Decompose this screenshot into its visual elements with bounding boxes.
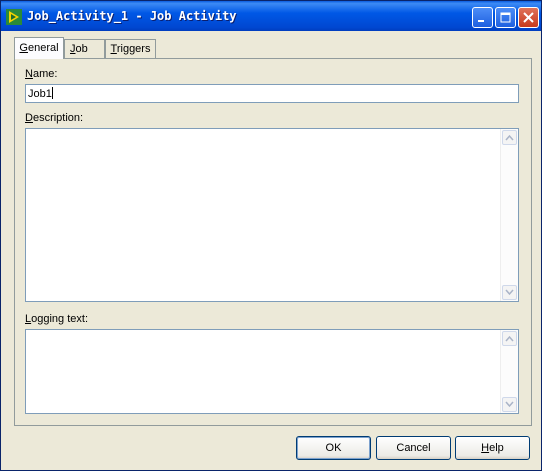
help-button[interactable]: Help <box>455 436 530 460</box>
job-activity-app-icon <box>6 9 22 25</box>
chevron-up-icon <box>505 335 514 342</box>
chevron-down-icon <box>505 401 514 408</box>
logging-text-scrollbar[interactable] <box>500 330 518 413</box>
logging-scroll-down-button[interactable] <box>502 397 517 412</box>
close-icon <box>523 12 534 23</box>
maximize-icon <box>500 12 511 23</box>
description-textarea[interactable] <box>25 128 519 302</box>
text-caret <box>51 87 53 99</box>
tab-job-label: ob <box>75 43 88 55</box>
window-title: Job_Activity_1 - Job Activity <box>27 9 237 23</box>
name-input[interactable]: Job1 <box>25 84 519 103</box>
cancel-button[interactable]: Cancel <box>376 436 451 460</box>
close-button[interactable] <box>518 7 539 28</box>
description-scroll-up-button[interactable] <box>502 130 517 145</box>
name-input-value: Job1 <box>28 88 52 100</box>
chevron-up-icon <box>505 134 514 141</box>
description-label: Description: <box>25 112 84 124</box>
logging-scroll-up-button[interactable] <box>502 331 517 346</box>
tab-general-accel: G <box>19 42 28 54</box>
tab-general-label: eneral <box>27 42 59 54</box>
title-bar[interactable]: Job_Activity_1 - Job Activity <box>1 1 541 31</box>
logging-text-textarea[interactable] <box>25 329 519 414</box>
ok-button[interactable]: OK <box>296 436 371 460</box>
tab-job[interactable]: Job <box>64 39 105 58</box>
name-label: Name: <box>25 68 58 80</box>
description-scroll-down-button[interactable] <box>502 285 517 300</box>
tab-triggers[interactable]: Triggers <box>105 39 156 58</box>
tab-triggers-label: riggers <box>116 43 151 55</box>
minimize-icon <box>478 20 484 22</box>
general-tab-panel: Name: Job1 Description: Logging text: <box>14 58 532 426</box>
chevron-down-icon <box>505 289 514 296</box>
logging-text-label: Logging text: <box>25 313 88 325</box>
minimize-button[interactable] <box>472 7 493 28</box>
job-activity-dialog: Job_Activity_1 - Job Activity General Jo… <box>0 0 542 471</box>
description-scrollbar[interactable] <box>500 129 518 301</box>
tab-general[interactable]: General <box>14 37 64 59</box>
maximize-button[interactable] <box>495 7 516 28</box>
